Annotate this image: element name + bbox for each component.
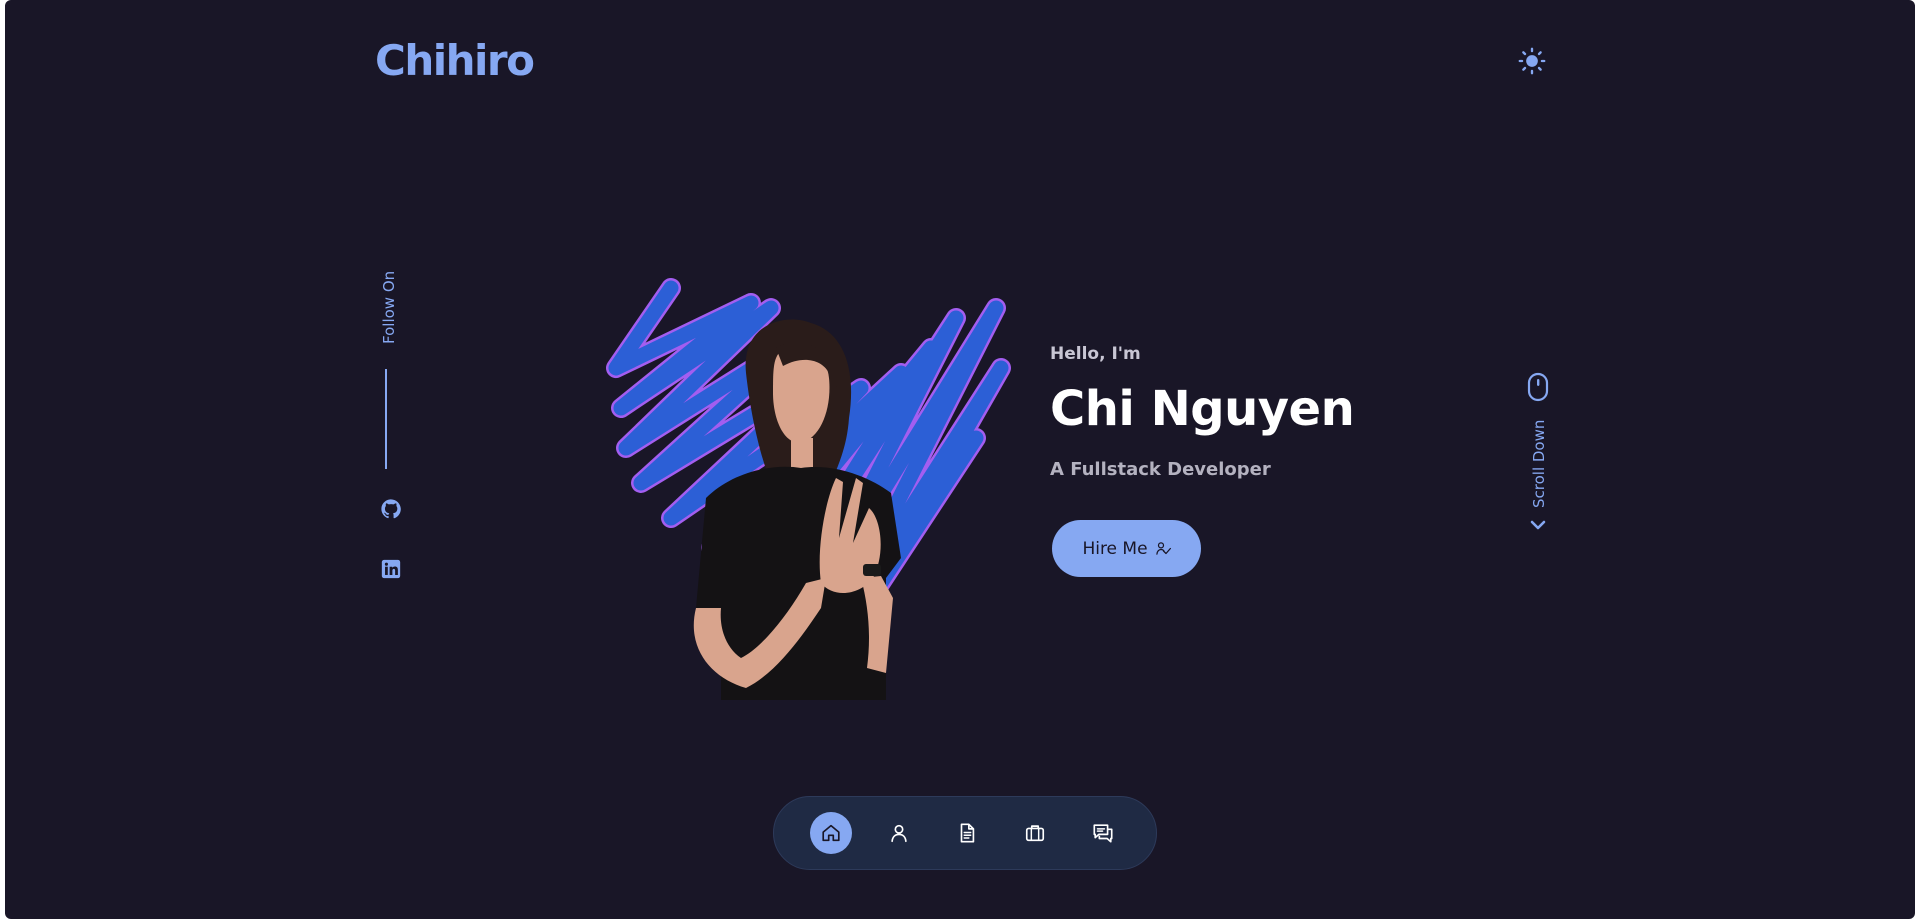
chevron-down-icon[interactable] (1529, 518, 1547, 532)
hero-greeting: Hello, I'm (1050, 344, 1141, 364)
github-link[interactable] (380, 498, 402, 520)
hire-me-label: Hire Me (1082, 538, 1148, 559)
chat-icon (1093, 824, 1113, 843)
hire-icon (1155, 542, 1171, 555)
briefcase-icon (1025, 825, 1045, 842)
linkedin-link[interactable] (380, 558, 402, 580)
mouse-icon[interactable] (1527, 372, 1549, 402)
bottom-nav (773, 796, 1157, 870)
github-icon (381, 499, 401, 519)
scroll-down-label[interactable]: Scroll Down (1530, 420, 1548, 508)
hero-name: Chi Nguyen (1050, 381, 1355, 437)
profile-photo (606, 278, 1011, 700)
nav-home[interactable] (810, 812, 852, 854)
follow-divider (385, 369, 387, 469)
home-icon (822, 824, 840, 842)
page-frame: Chihiro Follow On Hello, I'm Chi Nguyen … (5, 0, 1915, 919)
user-icon (891, 824, 907, 843)
nav-portfolio[interactable] (1014, 812, 1056, 854)
hero-title: A Fullstack Developer (1050, 459, 1271, 480)
document-icon (960, 823, 975, 843)
nav-about[interactable] (878, 812, 920, 854)
nav-contact[interactable] (1082, 812, 1124, 854)
hire-me-button[interactable]: Hire Me (1052, 520, 1201, 577)
linkedin-icon (381, 559, 401, 579)
follow-on-label: Follow On (380, 270, 398, 344)
sun-icon[interactable] (1518, 47, 1546, 75)
nav-resume[interactable] (946, 812, 988, 854)
logo[interactable]: Chihiro (375, 36, 535, 85)
